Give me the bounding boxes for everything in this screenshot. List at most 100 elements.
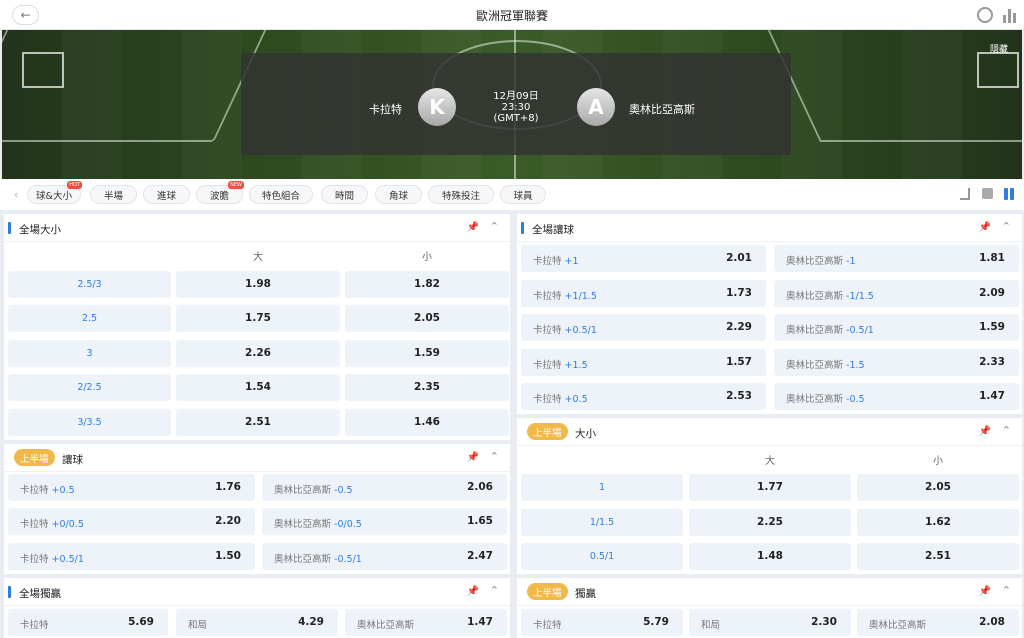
odds-over-button[interactable]: 1.98 [176,271,340,298]
odds-home-button[interactable]: 卡拉特 +0.5/1 2.29 [521,314,766,341]
selection-label: 卡拉特 +1.5 [533,357,588,371]
odds-away-win-button[interactable]: 奧林比亞高斯 2.08 [857,609,1019,636]
tab-label: 球員 [513,190,533,202]
odds-home-button[interactable]: 卡拉特 +1 2.01 [521,245,766,272]
odds-over-button[interactable]: 2.51 [176,409,340,436]
line-cell: 2.5/3 [8,271,171,298]
pin-icon[interactable]: 📌 [979,222,991,233]
odds-over-button[interactable]: 1.75 [176,305,340,332]
odds-away-button[interactable]: 奧林比亞高斯 -1 1.81 [774,245,1019,272]
hide-banner-button[interactable]: 隱藏 [990,42,1008,55]
odds-away-button[interactable]: 奧林比亞高斯 -1.5 2.33 [774,349,1019,376]
odds-value: 1.59 [414,347,440,359]
odds-home-win-button[interactable]: 卡拉特 5.79 [521,609,683,636]
odds-away-button[interactable]: 奧林比亞高斯 -1/1.5 2.09 [774,280,1019,307]
odds-home-button[interactable]: 卡拉特 +0/0.5 2.20 [8,508,255,535]
chevron-up-icon[interactable]: ⌃ [1002,584,1011,597]
line-value: 0.5/1 [589,551,615,562]
handicap-line: -0.5/1 [334,554,362,565]
odds-draw-button[interactable]: 和局 4.29 [176,609,338,636]
tab-goals[interactable]: 進球 [143,185,190,204]
goal-right [977,52,1019,88]
tab-label: 特色組合 [261,190,300,202]
line-cell: 1 [521,474,683,501]
odds-value: 5.79 [643,616,669,628]
odds-over-button[interactable]: 2.26 [176,340,340,367]
col-under: 小 [422,252,432,263]
chevron-up-icon[interactable]: ⌃ [1002,424,1011,437]
odds-under-button[interactable]: 1.59 [345,340,509,367]
odds-draw-button[interactable]: 和局 2.30 [689,609,851,636]
away-team-badge: A [577,88,615,126]
single-column-icon[interactable] [982,188,993,199]
odds-home-win-button[interactable]: 卡拉特 5.69 [8,609,168,636]
odds-value: 2.51 [925,550,951,562]
odds-over-button[interactable]: 1.54 [176,374,340,401]
handicap-line: -0.5 [334,485,353,496]
odds-over-button[interactable]: 2.25 [689,509,851,536]
odds-away-button[interactable]: 奧林比亞高斯 -0.5 1.47 [774,383,1019,410]
odds-under-button[interactable]: 2.05 [345,305,509,332]
double-column-icon[interactable] [1004,188,1015,200]
tab-players[interactable]: 球員 [500,185,546,204]
match-time: 23:30 [501,102,531,113]
odds-value: 1.62 [925,516,951,528]
stats-icon[interactable] [1003,7,1019,23]
chevron-up-icon[interactable]: ⌃ [490,584,499,597]
odds-home-button[interactable]: 卡拉特 +0.5/1 1.50 [8,543,255,570]
odds-home-button[interactable]: 卡拉特 +0.5 2.53 [521,383,766,410]
tab-label: 時間 [334,190,354,202]
odds-over-button[interactable]: 1.77 [689,474,851,501]
selection-label: 奧林比亞高斯 -0.5 [786,391,865,405]
odds-under-button[interactable]: 2.35 [345,374,509,401]
chevron-up-icon[interactable]: ⌃ [490,450,499,463]
odds-value: 2.53 [726,390,752,402]
odds-value: 1.54 [245,381,271,393]
odds-away-win-button[interactable]: 奧林比亞高斯 1.47 [345,609,507,636]
sort-icon[interactable] [960,188,970,200]
odds-away-button[interactable]: 奧林比亞高斯 -0.5 2.06 [262,474,507,501]
handicap-line: -1/1.5 [846,291,874,302]
odds-home-button[interactable]: 卡拉特 +0.5 1.76 [8,474,255,501]
odds-under-button[interactable]: 1.82 [345,271,509,298]
tab-time[interactable]: 時間 [321,185,368,204]
chevron-left-icon[interactable]: ‹ [14,188,18,201]
tab-specials-combo[interactable]: 特色組合 [249,185,313,204]
tab-goals-ou[interactable]: 球&大小 HOT [27,181,82,204]
tab-half[interactable]: 半場 [90,185,137,204]
odds-under-button[interactable]: 2.05 [857,474,1019,501]
tab-special-bets[interactable]: 特殊投注 [428,185,494,204]
odds-value: 5.69 [128,616,154,628]
tab-label: 進球 [156,190,176,202]
pin-icon[interactable]: 📌 [979,426,991,437]
odds-over-button[interactable]: 1.48 [689,543,851,570]
odds-value: 1.65 [467,515,493,527]
odds-under-button[interactable]: 1.62 [857,509,1019,536]
pin-icon[interactable]: 📌 [467,452,479,463]
panel-ft-over-under: 全場大小 📌 ⌃ 大 小 2.5/3 1.98 1.82 2.5 1.75 2.… [4,214,510,440]
odds-home-button[interactable]: 卡拉特 +1.5 1.57 [521,349,766,376]
pin-icon[interactable]: 📌 [467,222,479,233]
tab-correct-score[interactable]: 波膽 NEW [196,181,244,204]
team-name: 奧林比亞高斯 [274,519,332,530]
team-name: 奧林比亞高斯 [786,256,844,267]
chevron-up-icon[interactable]: ⌃ [490,220,499,233]
team-name: 奧林比亞高斯 [274,485,332,496]
odds-under-button[interactable]: 2.51 [857,543,1019,570]
odds-away-button[interactable]: 奧林比亞高斯 -0/0.5 1.65 [262,508,507,535]
odds-away-button[interactable]: 奧林比亞高斯 -0.5/1 2.47 [262,543,507,570]
match-datetime: 12月09日 23:30 (GMT+8) [461,91,571,124]
selection-label: 卡拉特 +0.5/1 [533,322,597,336]
handicap-line: -0/0.5 [334,519,362,530]
odds-under-button[interactable]: 1.46 [345,409,509,436]
handicap-line: -0.5/1 [846,325,874,336]
refresh-icon[interactable] [977,7,993,23]
tab-corners[interactable]: 角球 [375,185,422,204]
chevron-up-icon[interactable]: ⌃ [1002,220,1011,233]
panel-header: 全場大小 📌 ⌃ [4,214,510,242]
odds-away-button[interactable]: 奧林比亞高斯 -0.5/1 1.59 [774,314,1019,341]
pin-icon[interactable]: 📌 [467,586,479,597]
pin-icon[interactable]: 📌 [979,586,991,597]
team-name: 奧林比亞高斯 [786,325,844,336]
odds-home-button[interactable]: 卡拉特 +1/1.5 1.73 [521,280,766,307]
